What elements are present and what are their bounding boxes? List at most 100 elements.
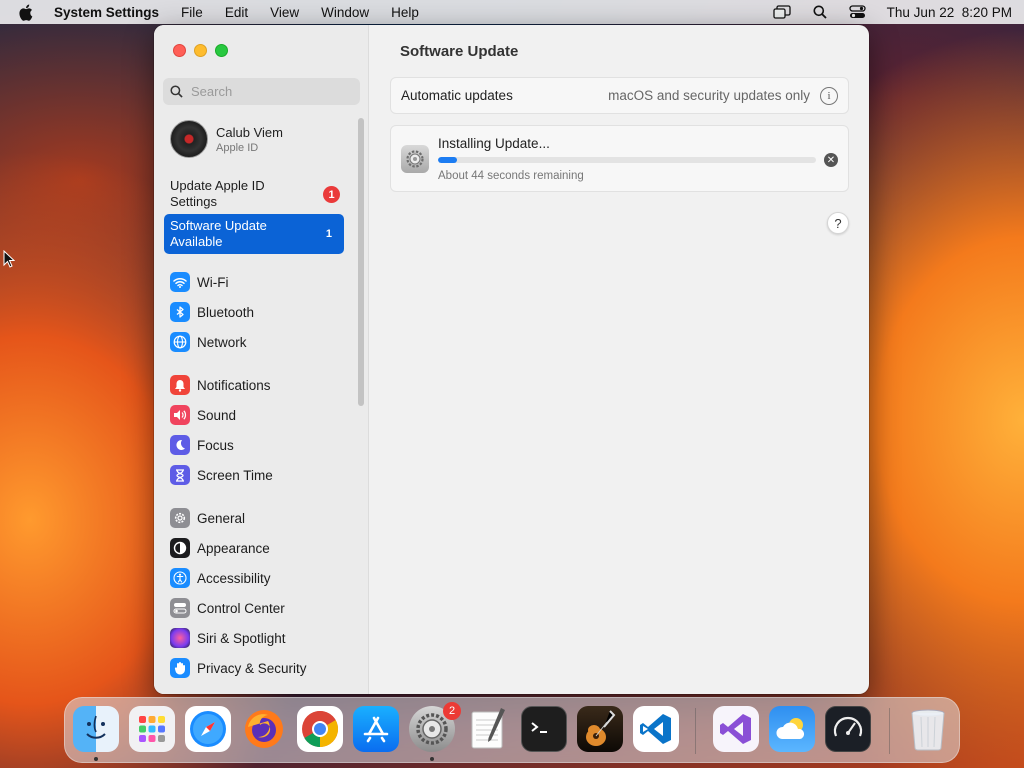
- help-button[interactable]: ?: [827, 212, 849, 234]
- sidebar-label-general: General: [197, 510, 246, 526]
- close-button[interactable]: [173, 44, 186, 57]
- dock-system-settings-icon[interactable]: 2: [409, 702, 461, 752]
- sidebar-item-accessibility[interactable]: Accessibility: [170, 567, 271, 589]
- hand-icon: [170, 658, 190, 678]
- sidebar-item-bluetooth[interactable]: Bluetooth: [170, 301, 254, 323]
- account-subtitle: Apple ID: [216, 141, 259, 154]
- install-progress-bar: [438, 157, 816, 163]
- apple-menu-icon[interactable]: [18, 4, 34, 21]
- sidebar: Search Calub Viem Apple ID Update Apple …: [154, 25, 369, 694]
- sidebar-label-control-center: Control Center: [197, 600, 285, 616]
- software-update-count: 1: [325, 228, 332, 240]
- dock-running-indicator: [94, 757, 98, 761]
- menu-window[interactable]: Window: [321, 5, 369, 20]
- dock-safari-icon[interactable]: [185, 706, 231, 752]
- accessibility-icon: [170, 568, 190, 588]
- sidebar-label-accessibility: Accessibility: [197, 570, 271, 586]
- bell-icon: [170, 375, 190, 395]
- dock-vscode-icon[interactable]: [633, 706, 679, 752]
- menu-file[interactable]: File: [181, 5, 203, 20]
- minimize-button[interactable]: [194, 44, 207, 57]
- main-pane: Software Update Automatic updates macOS …: [370, 25, 869, 694]
- sidebar-label-screen-time: Screen Time: [197, 467, 273, 483]
- menu-app-name[interactable]: System Settings: [54, 5, 159, 20]
- dock-launchpad-icon[interactable]: [129, 706, 175, 752]
- install-update-card: Installing Update... About 44 seconds re…: [390, 125, 849, 192]
- sidebar-label-siri-spotlight: Siri & Spotlight: [197, 630, 286, 646]
- sidebar-item-general[interactable]: General: [170, 507, 245, 529]
- sidebar-item-control-center[interactable]: Control Center: [170, 597, 285, 619]
- sidebar-item-wifi[interactable]: Wi-Fi: [170, 271, 228, 293]
- automatic-updates-label: Automatic updates: [401, 88, 513, 103]
- spotlight-search-icon[interactable]: [811, 4, 829, 20]
- menu-bar: System Settings File Edit View Window He…: [0, 0, 1024, 24]
- software-update-gear-icon: [401, 145, 429, 173]
- sidebar-label-bluetooth: Bluetooth: [197, 304, 255, 320]
- zoom-button[interactable]: [215, 44, 228, 57]
- dock: 2: [64, 697, 960, 763]
- dock-finder-icon[interactable]: [73, 706, 119, 752]
- dock-weather-icon[interactable]: [769, 706, 815, 752]
- dock-trash-icon[interactable]: [905, 706, 951, 752]
- sidebar-label-network: Network: [197, 334, 247, 350]
- dock-activity-monitor-icon[interactable]: [825, 706, 871, 752]
- wifi-icon: [170, 272, 190, 292]
- mouse-pointer-icon: [3, 250, 15, 268]
- cancel-install-button[interactable]: ✕: [824, 153, 838, 167]
- apple-id-account[interactable]: Calub Viem Apple ID: [170, 120, 283, 158]
- sidebar-label-privacy-security: Privacy & Security: [197, 660, 307, 676]
- appearance-icon: [170, 538, 190, 558]
- sidebar-item-screen-time[interactable]: Screen Time: [170, 464, 273, 486]
- sidebar-label-wifi: Wi-Fi: [197, 274, 229, 290]
- window-controls: [173, 44, 228, 57]
- screen-mirroring-icon[interactable]: [773, 4, 791, 20]
- globe-icon: [170, 332, 190, 352]
- moon-icon: [170, 435, 190, 455]
- sidebar-scrollbar[interactable]: [358, 118, 364, 406]
- automatic-updates-value: macOS and security updates only: [608, 88, 810, 103]
- sidebar-item-notifications[interactable]: Notifications: [170, 374, 271, 396]
- system-settings-window: Search Calub Viem Apple ID Update Apple …: [154, 25, 869, 694]
- info-icon[interactable]: i: [820, 86, 838, 105]
- dock-terminal-icon[interactable]: [521, 706, 567, 752]
- dock-garageband-icon[interactable]: [577, 706, 623, 752]
- update-apple-id-settings[interactable]: Update Apple ID Settings 1: [170, 178, 344, 210]
- automatic-updates-row: Automatic updates macOS and security upd…: [390, 77, 849, 114]
- siri-icon: [170, 628, 190, 648]
- dock-textedit-icon[interactable]: [465, 706, 511, 752]
- sidebar-item-network[interactable]: Network: [170, 331, 247, 353]
- control-center-icon[interactable]: [849, 4, 867, 20]
- gear-icon: [170, 508, 190, 528]
- search-field[interactable]: Search: [163, 78, 360, 105]
- bluetooth-icon: [170, 302, 190, 322]
- search-icon: [170, 85, 183, 98]
- sidebar-item-sound[interactable]: Sound: [170, 404, 236, 426]
- install-remaining-time: About 44 seconds remaining: [438, 170, 584, 182]
- sidebar-label-appearance: Appearance: [197, 540, 270, 556]
- sidebar-label-sound: Sound: [197, 407, 237, 423]
- menu-clock[interactable]: Thu Jun 22 8:20 PM: [887, 5, 1012, 20]
- avatar: [170, 120, 208, 158]
- dock-app-store-icon[interactable]: [353, 706, 399, 752]
- menu-help[interactable]: Help: [391, 5, 419, 20]
- dock-visual-studio-icon[interactable]: [713, 706, 759, 752]
- dock-firefox-icon[interactable]: [241, 706, 287, 752]
- menu-edit[interactable]: Edit: [225, 5, 248, 20]
- dock-separator: [695, 708, 696, 754]
- sidebar-item-focus[interactable]: Focus: [170, 434, 234, 456]
- dock-separator: [889, 708, 890, 754]
- page-title: Software Update: [400, 43, 519, 60]
- sidebar-item-privacy-security[interactable]: Privacy & Security: [170, 657, 307, 679]
- sidebar-item-appearance[interactable]: Appearance: [170, 537, 270, 559]
- dock-settings-badge: 2: [443, 702, 461, 720]
- control-center-icon: [170, 598, 190, 618]
- hourglass-icon: [170, 465, 190, 485]
- dock-chrome-icon[interactable]: [297, 706, 343, 752]
- account-name: Calub Viem: [216, 124, 283, 140]
- sidebar-item-siri-spotlight[interactable]: Siri & Spotlight: [170, 627, 286, 649]
- menu-view[interactable]: View: [270, 5, 299, 20]
- dock-running-indicator: [430, 757, 434, 761]
- sidebar-item-software-update[interactable]: Software Update Available 1: [164, 214, 344, 254]
- update-apple-id-label: Update Apple ID Settings: [170, 178, 265, 209]
- install-progress-fill: [438, 157, 457, 163]
